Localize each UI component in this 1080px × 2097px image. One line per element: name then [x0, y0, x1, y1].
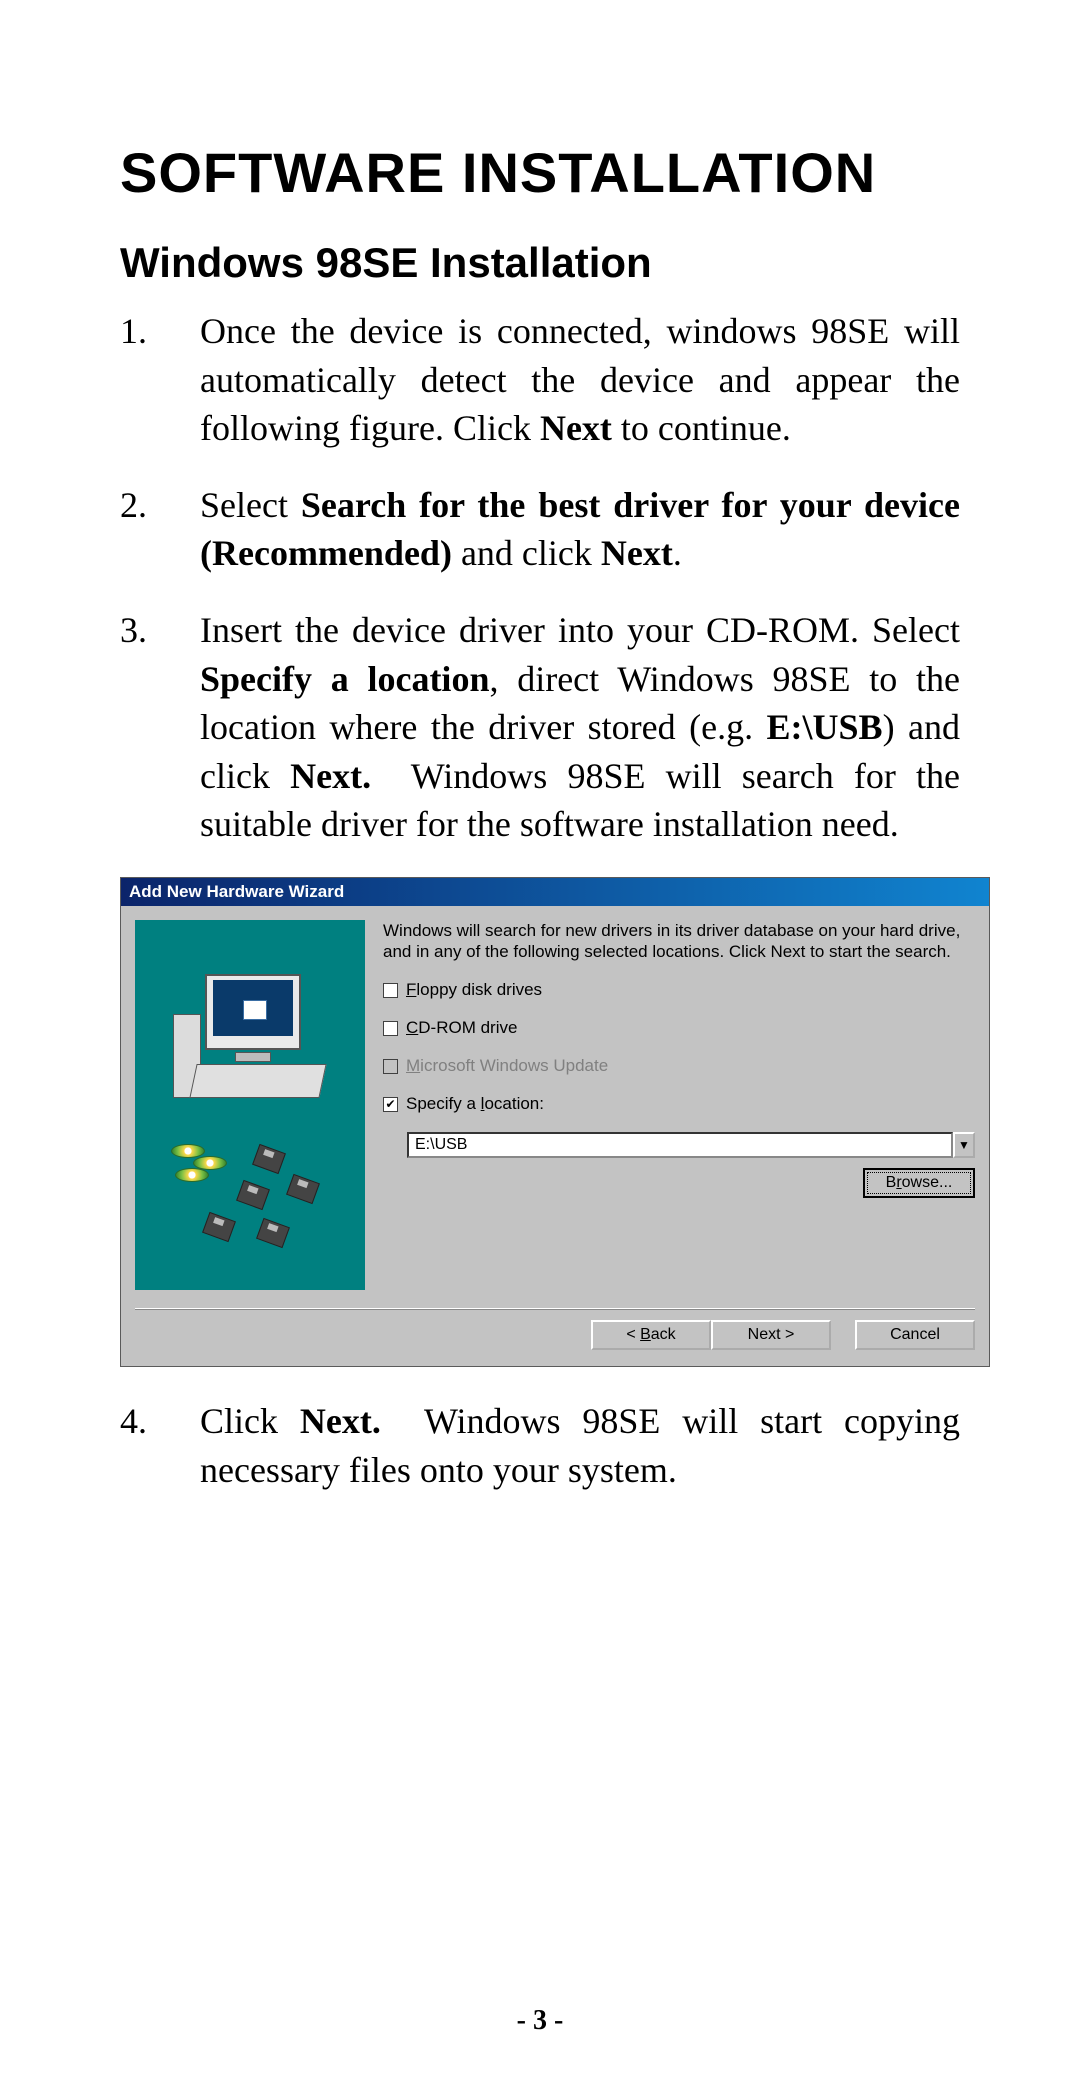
checkbox-label: Microsoft Windows Update [406, 1056, 608, 1076]
checkbox-icon [383, 1059, 398, 1074]
main-title: SOFTWARE INSTALLATION [120, 140, 960, 205]
step-item: 3.Insert the device driver into your CD-… [120, 606, 960, 849]
dialog-titlebar: Add New Hardware Wizard [121, 878, 989, 906]
step-text: Once the device is connected, windows 98… [200, 307, 960, 453]
page-number: - 3 - [0, 2005, 1080, 2037]
step-text: Click Next. Windows 98SE will start copy… [200, 1397, 960, 1494]
wizard-description: Windows will search for new drivers in i… [383, 920, 975, 963]
checkbox-label: Floppy disk drives [406, 980, 542, 1000]
step-number: 3. [120, 606, 200, 849]
back-button[interactable]: < Back [591, 1320, 711, 1350]
next-button[interactable]: Next > [711, 1320, 831, 1350]
checkbox-cdrom[interactable]: CD-ROM drive [383, 1018, 975, 1038]
step-number: 4. [120, 1397, 200, 1494]
chevron-down-icon: ▼ [958, 1138, 970, 1152]
checkbox-specify-location[interactable]: Specify a location: [383, 1094, 975, 1114]
step-text: Insert the device driver into your CD-RO… [200, 606, 960, 849]
browse-button[interactable]: Browse... [863, 1168, 975, 1198]
checkbox-icon [383, 1021, 398, 1036]
checkbox-ms-update: Microsoft Windows Update [383, 1056, 975, 1076]
checkbox-floppy[interactable]: Floppy disk drives [383, 980, 975, 1000]
separator [135, 1308, 975, 1310]
step-number: 2. [120, 481, 200, 578]
checkbox-label: Specify a location: [406, 1094, 544, 1114]
checkbox-icon [383, 1097, 398, 1112]
location-dropdown-button[interactable]: ▼ [953, 1132, 975, 1158]
cancel-button[interactable]: Cancel [855, 1320, 975, 1350]
checkbox-label: CD-ROM drive [406, 1018, 517, 1038]
step-number: 1. [120, 307, 200, 453]
location-input[interactable]: E:\USB [407, 1132, 953, 1158]
hardware-wizard-dialog: Add New Hardware Wizard Windows will sea… [120, 877, 990, 1367]
wizard-sidebar-image [135, 920, 365, 1290]
sub-title: Windows 98SE Installation [120, 239, 960, 287]
step-item: 1.Once the device is connected, windows … [120, 307, 960, 453]
step-text: Select Search for the best driver for yo… [200, 481, 960, 578]
step-item: 2.Select Search for the best driver for … [120, 481, 960, 578]
step-item: 4.Click Next. Windows 98SE will start co… [120, 1397, 960, 1494]
checkbox-icon [383, 983, 398, 998]
